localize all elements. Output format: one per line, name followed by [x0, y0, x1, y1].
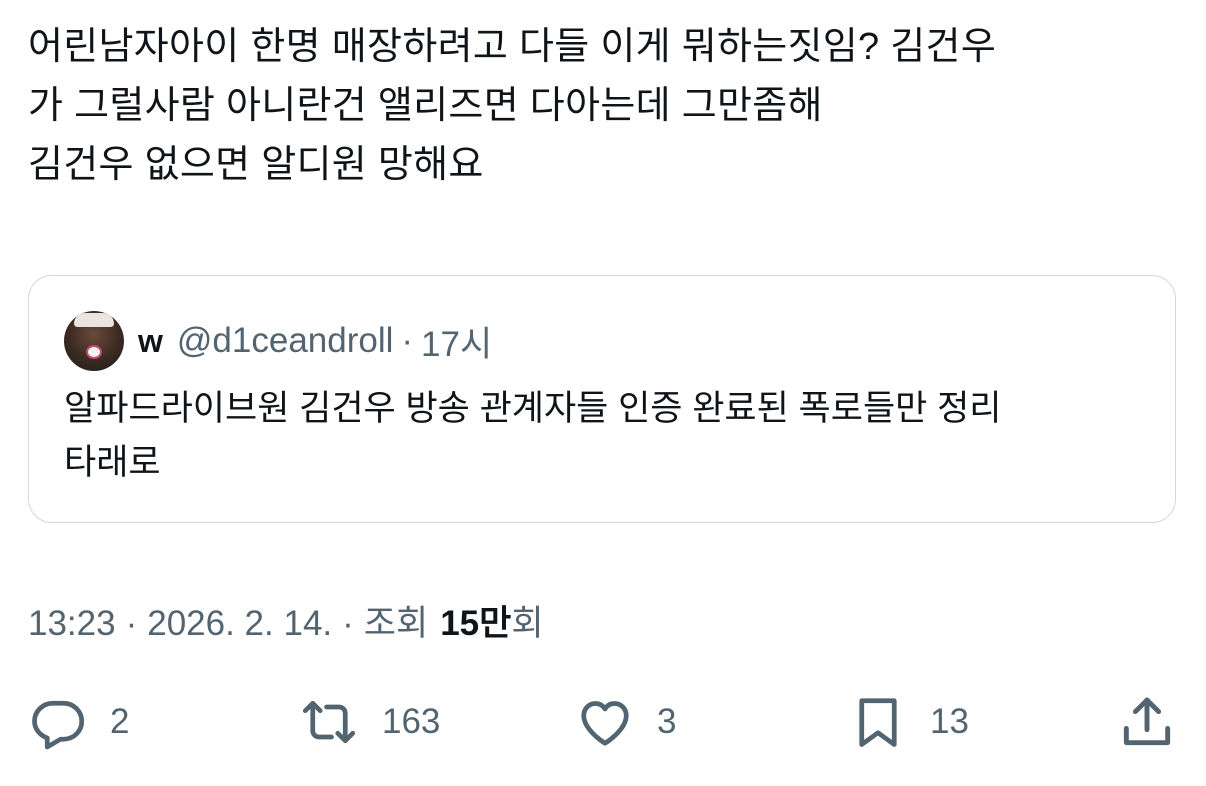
bookmark-count: 13 — [930, 702, 969, 741]
bookmark-button[interactable]: 13 — [848, 690, 969, 754]
views-count[interactable]: 15만 — [440, 595, 511, 646]
quoted-tweet-header: w @d1ceandroll · 17시 — [64, 310, 492, 372]
avatar[interactable] — [64, 311, 124, 371]
share-button[interactable] — [1116, 690, 1178, 754]
quoted-tweet-text: 알파드라이브원 김건우 방송 관계자들 인증 완료된 폭로들만 정리 타래로 — [64, 382, 1144, 490]
quoted-tweet-text-line: 타래로 — [64, 443, 161, 482]
tweet-meta: 13:23 · 2026. 2. 14. · 조회 15만 회 — [28, 595, 544, 646]
tweet-text-line: 어린남자아이 한명 매장하려고 다들 이게 뭐하는짓임? 김건우 — [28, 26, 997, 68]
tweet-time[interactable]: 13:23 — [28, 604, 116, 644]
retweet-button[interactable]: 163 — [298, 690, 440, 754]
tweet-date[interactable]: 2026. 2. 14. — [147, 604, 332, 644]
views-suffix: 회 — [511, 604, 544, 643]
quoted-author-handle[interactable]: @d1ceandroll — [177, 321, 394, 361]
reply-icon — [28, 692, 88, 752]
reply-button[interactable]: 2 — [28, 690, 129, 754]
like-button[interactable]: 3 — [575, 690, 676, 754]
separator-dot: · — [342, 604, 354, 643]
views-label: 조회 — [363, 604, 429, 643]
separator-dot: · — [125, 604, 138, 643]
quoted-tweet-text-line: 알파드라이브원 김건우 방송 관계자들 인증 완료된 폭로들만 정리 — [64, 389, 1002, 428]
tweet-text-line: 김건우 없으면 알디원 망해요 — [28, 144, 484, 186]
quoted-author-name[interactable]: w — [138, 323, 163, 360]
like-count: 3 — [657, 702, 677, 741]
quoted-tweet-card[interactable]: w @d1ceandroll · 17시 알파드라이브원 김건우 방송 관계자들… — [28, 275, 1176, 523]
action-bar: 2 163 3 13 — [0, 690, 1206, 754]
reply-count: 2 — [110, 702, 130, 741]
tweet-text-line: 가 그럴사람 아니란건 앨리즈면 다아는데 그만좀해 — [28, 85, 823, 127]
heart-icon — [575, 692, 635, 752]
share-icon — [1116, 691, 1178, 753]
separator-dot: · — [401, 321, 414, 360]
retweet-count: 163 — [382, 702, 441, 741]
tweet-text: 어린남자아이 한명 매장하려고 다들 이게 뭐하는짓임? 김건우 가 그럴사람 … — [28, 18, 1178, 195]
bookmark-icon — [848, 692, 908, 752]
retweet-icon — [298, 692, 360, 752]
quoted-tweet-time[interactable]: 17시 — [421, 316, 492, 367]
